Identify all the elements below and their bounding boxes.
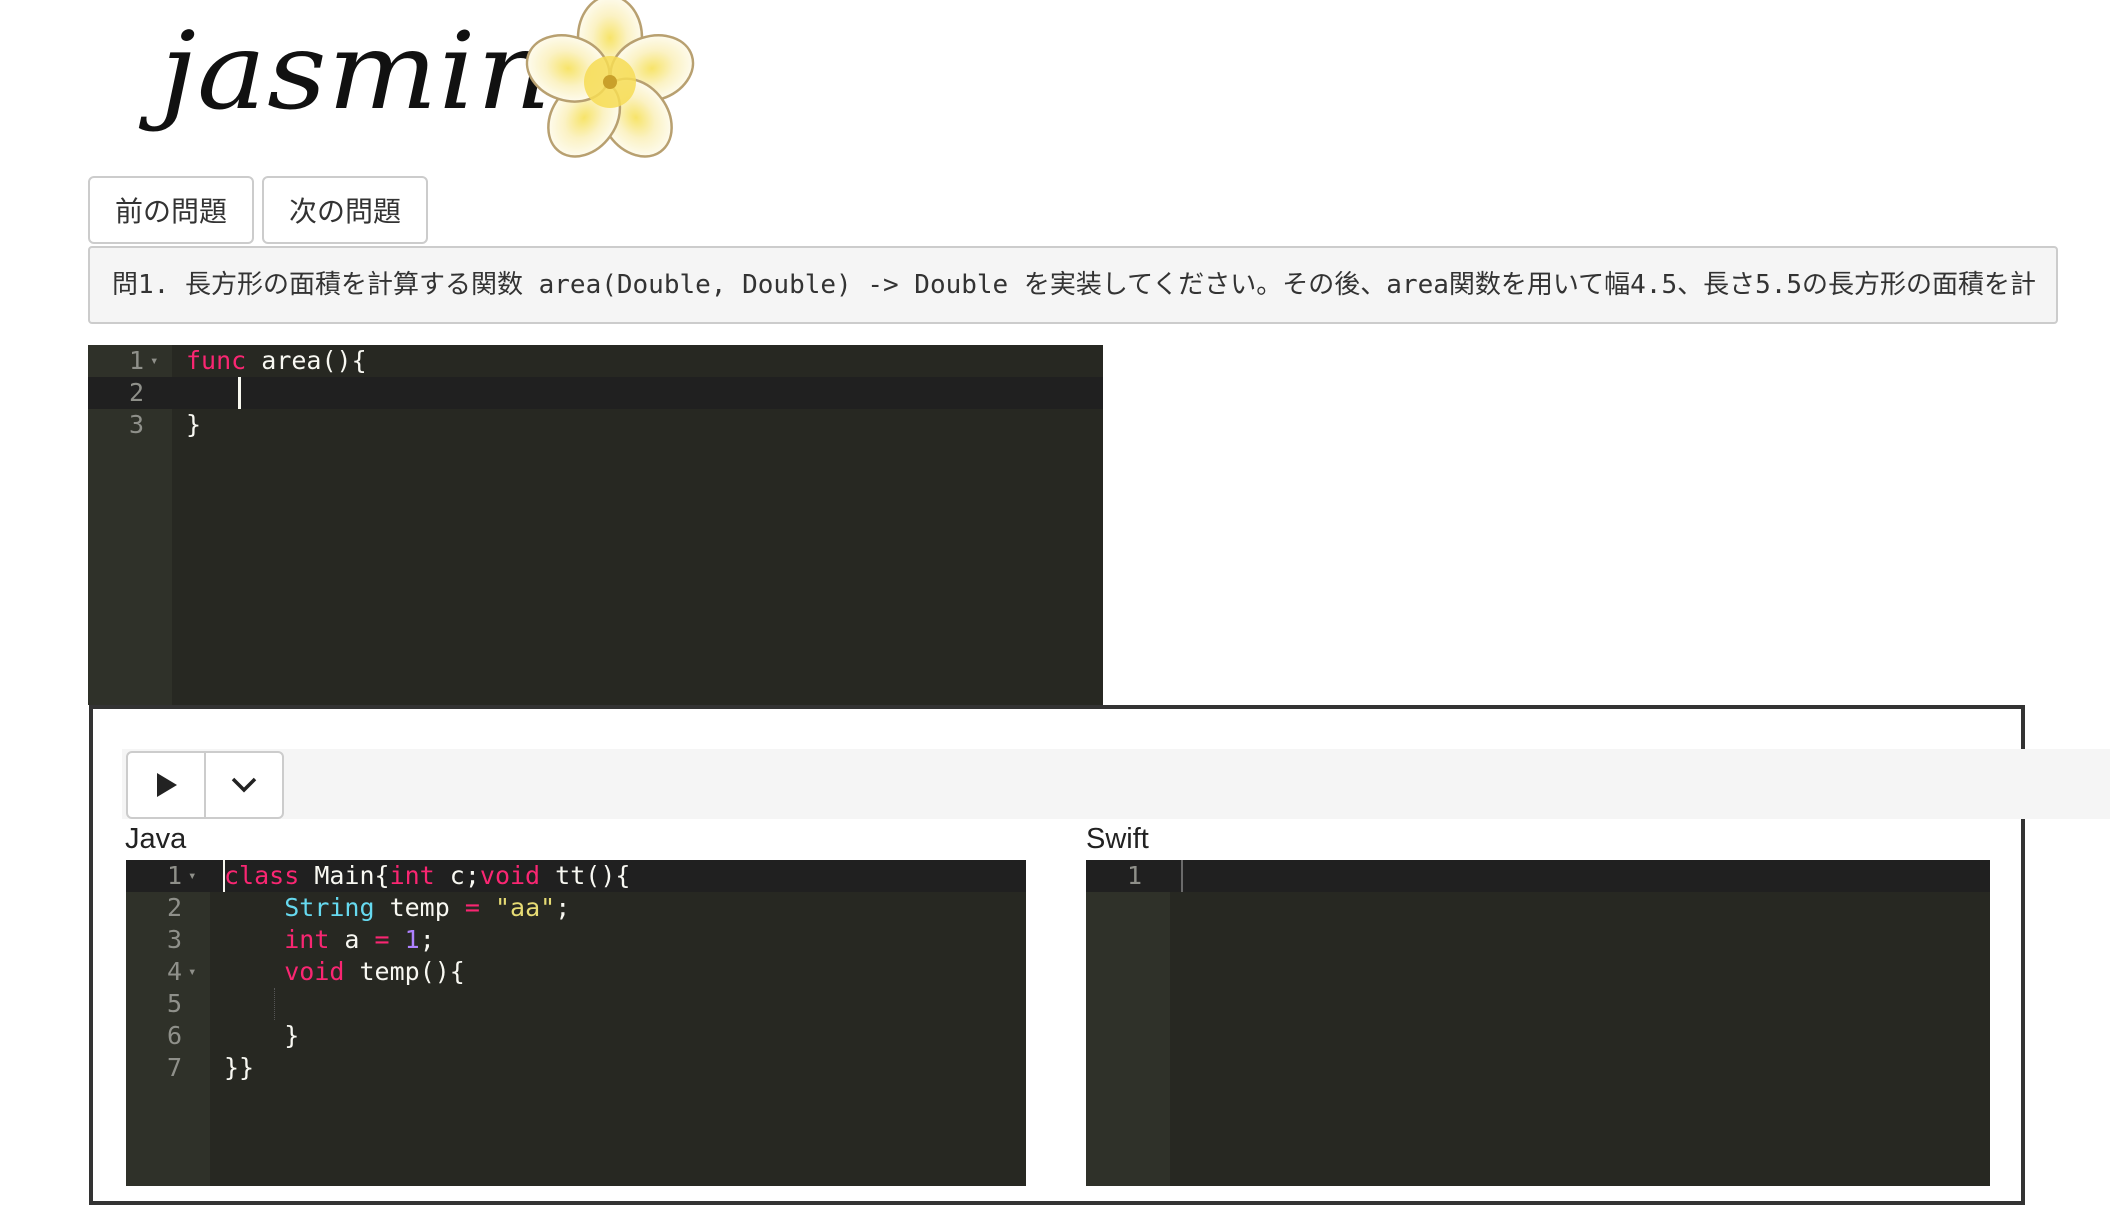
prev-question-button[interactable]: 前の問題 — [88, 176, 254, 244]
swift-label: Swift — [1086, 823, 1149, 855]
line-number: 3 — [128, 410, 144, 439]
line-number: 7 — [166, 1053, 182, 1082]
fold-arrow-icon[interactable]: ▾ — [150, 345, 158, 377]
flower-icon — [525, 0, 695, 158]
jasmin-logo: jasmin — [100, 0, 700, 175]
code-line: 6 } — [126, 1020, 1026, 1052]
text-cursor — [238, 377, 241, 409]
code-line-active: 1 — [1086, 860, 1990, 892]
line-number: 1 — [166, 861, 182, 890]
run-toolbar — [122, 749, 2110, 819]
code-line: 3 } — [88, 409, 1103, 441]
question-text: 問1. 長方形の面積を計算する関数 area(Double, Double) -… — [88, 246, 2058, 324]
fold-arrow-icon[interactable]: ▾ — [188, 956, 196, 988]
chevron-down-icon — [231, 777, 257, 793]
line-number: 2 — [128, 378, 144, 407]
code-line: 5 — [126, 988, 1026, 1020]
line-number: 4 — [166, 957, 182, 986]
next-question-button[interactable]: 次の問題 — [262, 176, 428, 244]
line-number: 1 — [1126, 861, 1142, 890]
fold-arrow-icon[interactable]: ▾ — [188, 860, 196, 892]
code-line: 2 String temp = "aa"; — [126, 892, 1026, 924]
main-code-editor[interactable]: 1 ▾ func area(){ 2 3 } — [88, 345, 1103, 705]
code-line: 7 }} — [126, 1052, 1026, 1084]
code-line: 1 ▾ func area(){ — [88, 345, 1103, 377]
indent-guide — [274, 988, 275, 1020]
line-number: 2 — [166, 893, 182, 922]
code-line: 3 int a = 1; — [126, 924, 1026, 956]
text-cursor — [1181, 860, 1183, 892]
line-number: 6 — [166, 1021, 182, 1050]
text-cursor — [223, 860, 225, 892]
logo-text: jasmin — [160, 9, 553, 134]
swift-code-editor[interactable]: 1 — [1086, 860, 1990, 1186]
java-code-editor[interactable]: 1 ▾ class Main{int c;void tt(){ 2 String… — [126, 860, 1026, 1186]
java-label: Java — [125, 823, 187, 855]
run-options-dropdown-button[interactable] — [204, 751, 284, 819]
run-button[interactable] — [126, 751, 206, 819]
play-icon — [157, 773, 177, 797]
code-line-active: 1 ▾ class Main{int c;void tt(){ — [126, 860, 1026, 892]
line-number: 1 — [128, 346, 144, 375]
editor-gutter — [1086, 860, 1170, 1186]
line-number: 5 — [166, 989, 182, 1018]
line-number: 3 — [166, 925, 182, 954]
code-line: 4 ▾ void temp(){ — [126, 956, 1026, 988]
